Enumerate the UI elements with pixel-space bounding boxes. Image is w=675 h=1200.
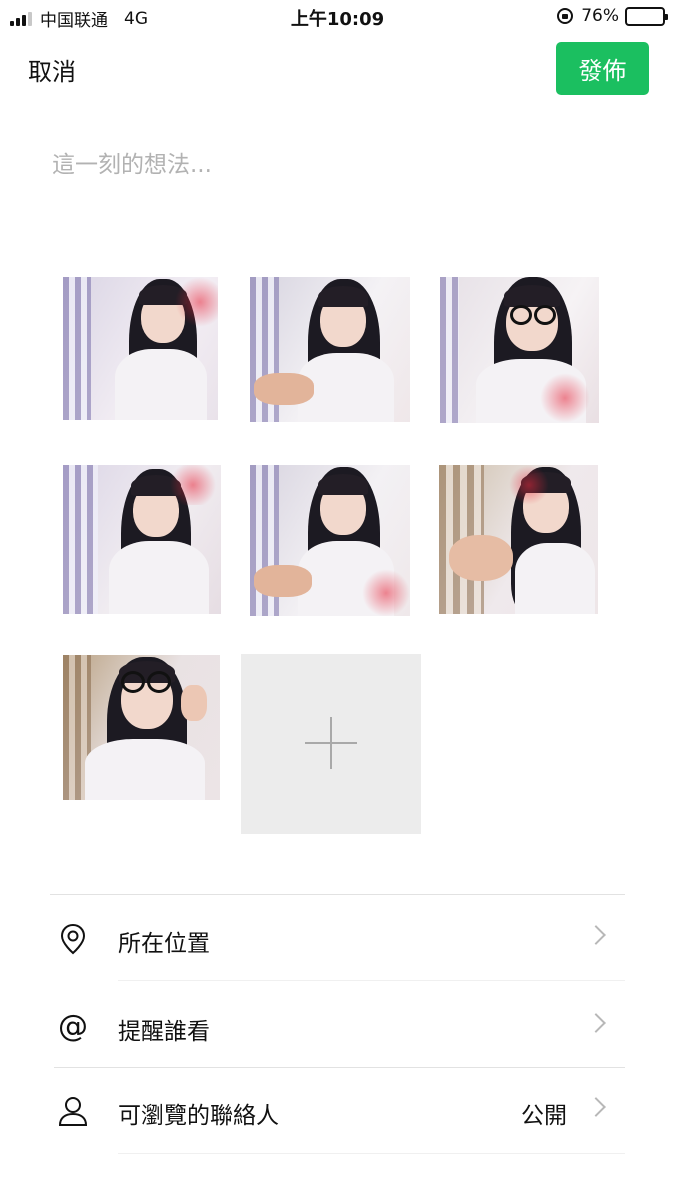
location-pin-icon (56, 922, 90, 956)
divider (50, 894, 625, 895)
visibility-value: 公開 (521, 1103, 567, 1129)
chevron-right-icon (586, 925, 606, 945)
option-label: 提醒誰看 (118, 1019, 210, 1045)
option-location[interactable]: 所在位置 (52, 896, 625, 982)
add-photo-button[interactable] (241, 654, 421, 834)
photo-thumbnail-1[interactable] (63, 277, 218, 420)
photo-thumbnail-6[interactable] (439, 465, 598, 614)
chevron-right-icon (586, 1097, 606, 1117)
photo-thumbnail-2[interactable] (250, 277, 410, 422)
divider (118, 980, 625, 981)
photo-thumbnail-4[interactable] (63, 465, 221, 614)
photo-thumbnail-7[interactable] (63, 655, 220, 800)
option-label: 所在位置 (118, 931, 210, 957)
rotation-lock-icon (557, 8, 574, 24)
option-label: 可瀏覽的聯絡人 (118, 1103, 279, 1129)
battery-percent: 76% (581, 6, 619, 26)
status-bar: 中国联通 4G 上午10:09 76% (0, 0, 675, 36)
battery-icon (625, 6, 668, 26)
option-mention[interactable]: @ 提醒誰看 (52, 984, 625, 1070)
status-right: 76% (557, 6, 668, 26)
option-visibility[interactable]: 可瀏覽的聯絡人 公開 (52, 1068, 625, 1154)
divider (118, 1153, 625, 1154)
chevron-right-icon (586, 1013, 606, 1033)
cancel-button[interactable]: 取消 (28, 52, 76, 87)
thought-input[interactable] (52, 145, 622, 235)
publish-button[interactable]: 發佈 (556, 42, 649, 95)
photo-thumbnail-5[interactable] (250, 465, 410, 616)
photo-thumbnail-3[interactable] (440, 277, 599, 423)
person-icon (56, 1094, 90, 1128)
at-icon: @ (58, 1009, 88, 1044)
